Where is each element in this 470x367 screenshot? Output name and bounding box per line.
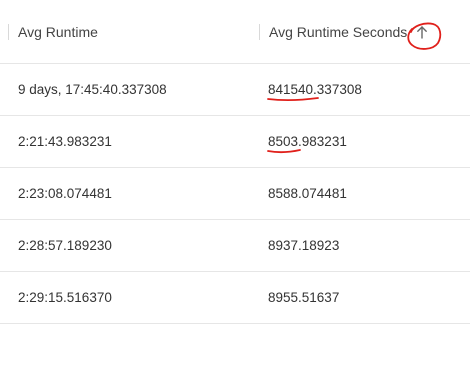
column-header-label: Avg Runtime xyxy=(18,23,98,40)
cell-avg-runtime: 9 days, 17:45:40.337308 xyxy=(18,82,167,97)
table-row[interactable]: 2:21:43.983231 8503.983231 xyxy=(0,116,470,168)
cell-avg-runtime: 2:23:08.074481 xyxy=(18,186,112,201)
table-row[interactable]: 2:28:57.189230 8937.18923 xyxy=(0,220,470,272)
cell-avg-runtime: 2:21:43.983231 xyxy=(18,134,112,149)
cell-avg-runtime-seconds: 8588.074481 xyxy=(268,186,347,201)
column-header-label: Avg Runtime Seconds xyxy=(269,23,408,40)
column-divider xyxy=(259,23,260,40)
column-header-avg-runtime[interactable]: Avg Runtime xyxy=(8,0,98,63)
cell-avg-runtime-seconds: 8955.51637 xyxy=(268,290,340,305)
cell-avg-runtime: 2:28:57.189230 xyxy=(18,238,112,253)
cell-avg-runtime: 2:29:15.516370 xyxy=(18,290,112,305)
column-divider xyxy=(8,23,9,40)
arrow-up-icon xyxy=(417,25,428,39)
sort-ascending-button[interactable] xyxy=(411,21,433,43)
cell-avg-runtime-seconds: 8937.18923 xyxy=(268,238,340,253)
column-header-avg-runtime-seconds[interactable]: Avg Runtime Seconds xyxy=(259,0,433,63)
table-row[interactable]: 2:23:08.074481 8588.074481 xyxy=(0,168,470,220)
cell-avg-runtime-seconds: 841540.337308 xyxy=(268,82,362,97)
data-table: Avg Runtime Avg Runtime Seconds 9 days, … xyxy=(0,0,470,324)
table-row[interactable]: 9 days, 17:45:40.337308 841540.337308 xyxy=(0,64,470,116)
table-header: Avg Runtime Avg Runtime Seconds xyxy=(0,0,470,64)
cell-avg-runtime-seconds: 8503.983231 xyxy=(268,134,347,149)
table-row[interactable]: 2:29:15.516370 8955.51637 xyxy=(0,272,470,324)
